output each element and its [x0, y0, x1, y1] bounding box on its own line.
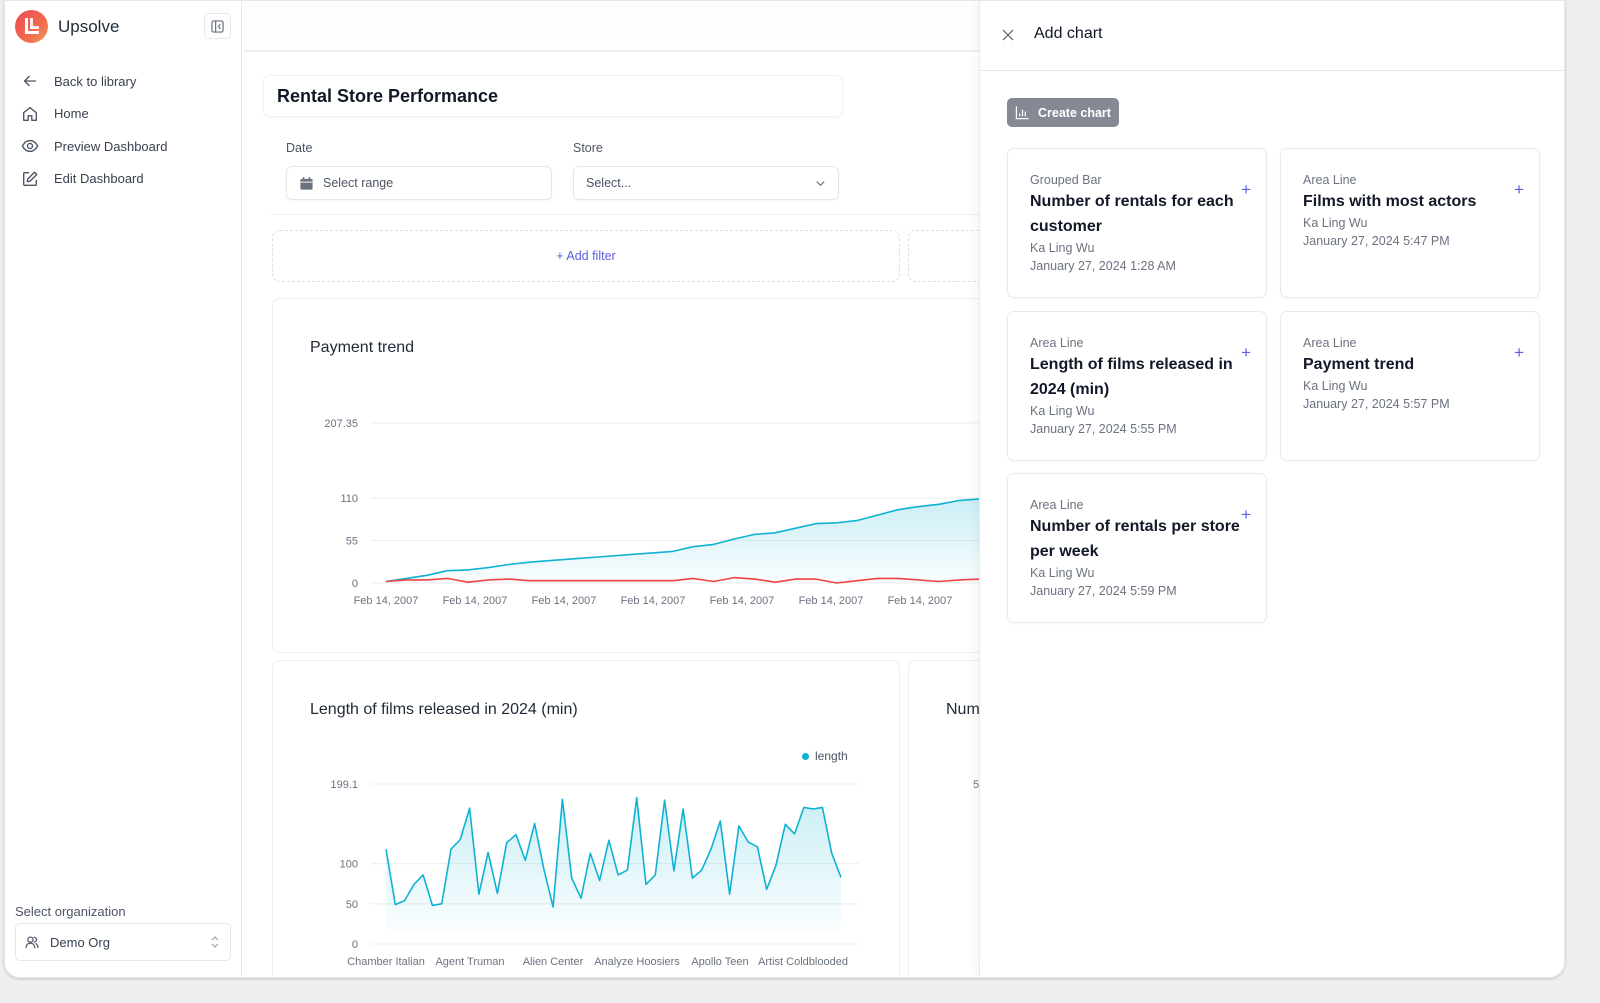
add-template-plus-icon[interactable]: + [1514, 344, 1524, 361]
template-name: Number of rentals per store per week [1030, 518, 1240, 560]
nav-back-to-library[interactable]: Back to library [21, 65, 231, 98]
close-icon[interactable] [1000, 27, 1016, 43]
template-type: Area Line [1030, 498, 1084, 512]
film-length-chart: 0 50 100 199.1 Chamber Italian Agent Truman Al… [330, 779, 859, 968]
dashboard-main: Rental Store Performance Date Select ran… [243, 1, 1108, 977]
chevron-up-down-icon [211, 936, 219, 948]
x-tick-label: Apollo Teen [691, 956, 748, 968]
nav-home[interactable]: Home [21, 98, 231, 131]
template-author: Ka Ling Wu [1030, 566, 1095, 580]
y-tick-label: 50 [346, 899, 358, 911]
x-tick-label: Analyze Hoosiers [594, 956, 680, 968]
chart-template-card[interactable]: Area Line Films with most actors Ka Ling… [1280, 148, 1540, 298]
panel-title: Add chart [1034, 25, 1103, 42]
template-date: January 27, 2024 5:47 PM [1303, 234, 1450, 248]
template-name: Payment trend [1303, 356, 1415, 373]
chart-template-card[interactable]: Area Line Payment trend Ka Ling Wu Janua… [1280, 311, 1540, 461]
template-type: Area Line [1303, 173, 1357, 187]
chart-title: Num [946, 701, 980, 718]
chart-template-card[interactable]: Grouped Bar Number of rentals for each c… [1007, 148, 1267, 298]
nav-preview-dashboard[interactable]: Preview Dashboard [21, 130, 231, 163]
add-template-plus-icon[interactable]: + [1241, 344, 1251, 361]
org-select-label: Select organization [15, 904, 126, 919]
add-template-plus-icon[interactable]: + [1514, 181, 1524, 198]
nav-label: Preview Dashboard [54, 138, 168, 154]
app-window: Upsolve Back to library Home Preview Das… [4, 0, 1565, 978]
create-chart-button[interactable]: Create chart [1007, 98, 1119, 127]
y-tick-label: 100 [340, 859, 358, 871]
template-name: Length of films released in 2024 (min) [1030, 356, 1233, 398]
brand: Upsolve [15, 10, 119, 43]
nav-label: Home [54, 106, 89, 122]
template-date: January 27, 2024 1:28 AM [1030, 259, 1176, 273]
template-type: Area Line [1303, 336, 1357, 350]
sidebar: Upsolve Back to library Home Preview Das… [5, 1, 242, 977]
template-author: Ka Ling Wu [1303, 379, 1368, 393]
arrow-left-icon [23, 76, 37, 87]
template-date: January 27, 2024 5:55 PM [1030, 422, 1177, 436]
y-tick-label: 0 [352, 939, 358, 951]
eye-icon [21, 140, 39, 153]
y-tick-label: 199.1 [330, 779, 358, 791]
nav-label: Back to library [54, 73, 137, 89]
home-icon [23, 106, 37, 121]
template-date: January 27, 2024 5:57 PM [1303, 397, 1450, 411]
template-date: January 27, 2024 5:59 PM [1030, 584, 1177, 598]
org-select-value: Demo Org [50, 934, 110, 950]
template-author: Ka Ling Wu [1030, 404, 1095, 418]
template-author: Ka Ling Wu [1303, 216, 1368, 230]
panel-header: Add chart [980, 1, 1564, 71]
edit-icon [23, 171, 38, 186]
template-author: Ka Ling Wu [1030, 241, 1095, 255]
x-tick-label: Artist Coldblooded [758, 956, 848, 968]
series-area-length [386, 797, 841, 931]
template-type: Grouped Bar [1030, 173, 1102, 187]
brand-name: Upsolve [58, 16, 120, 36]
sidebar-nav: Back to library Home Preview Dashboard E… [21, 65, 231, 195]
sidebar-collapse-icon [211, 19, 224, 33]
template-name: Number of rentals for each customer [1030, 193, 1234, 235]
template-type: Area Line [1030, 336, 1084, 350]
users-icon [25, 936, 39, 949]
x-tick-label: Chamber Italian [347, 956, 425, 968]
add-template-plus-icon[interactable]: + [1241, 506, 1251, 523]
x-tick-label: Agent Truman [435, 956, 504, 968]
collapse-sidebar-button[interactable] [204, 13, 231, 39]
nav-edit-dashboard[interactable]: Edit Dashboard [21, 163, 231, 196]
upsolve-logo-icon [15, 10, 48, 43]
bar-chart-icon [1015, 106, 1029, 120]
create-chart-label: Create chart [1038, 105, 1111, 120]
chart-template-card[interactable]: Area Line Number of rentals per store pe… [1007, 473, 1267, 623]
template-name: Films with most actors [1303, 193, 1477, 210]
add-chart-panel: Add chart Create chart Grouped Bar Numbe… [979, 1, 1564, 977]
add-template-plus-icon[interactable]: + [1241, 181, 1251, 198]
x-tick-label: Alien Center [523, 956, 584, 968]
org-select[interactable]: Demo Org [15, 923, 231, 961]
nav-label: Edit Dashboard [54, 171, 144, 187]
chart-template-card[interactable]: Area Line Length of films released in 20… [1007, 311, 1267, 461]
